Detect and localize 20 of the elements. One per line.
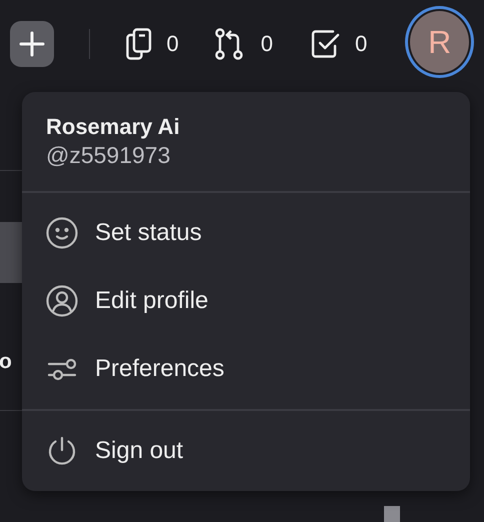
partial-text: o [0, 350, 12, 374]
menu-item[interactable]: Sign out [22, 417, 470, 485]
menu-item[interactable]: Edit profile [22, 267, 470, 335]
button-edge[interactable] [0, 222, 22, 283]
person-icon [46, 285, 78, 317]
sliders-icon [47, 357, 77, 381]
copy-icon [126, 28, 152, 60]
counter-button[interactable]: 0 [126, 28, 179, 60]
create-button[interactable] [10, 21, 54, 67]
counter-button[interactable]: 0 [214, 28, 273, 60]
checkbox-icon [310, 29, 341, 59]
counter-button[interactable]: 0 [310, 29, 368, 59]
smiley-icon [46, 217, 78, 249]
user-handle: @z5591973 [46, 142, 172, 169]
menu-item[interactable]: Set status [22, 199, 470, 267]
power-icon [47, 436, 77, 466]
menu-item[interactable]: Preferences [22, 335, 470, 403]
user-name: Rosemary Ai [46, 114, 181, 140]
plus-icon [18, 31, 45, 57]
scrollbar-thumb[interactable] [384, 506, 400, 522]
